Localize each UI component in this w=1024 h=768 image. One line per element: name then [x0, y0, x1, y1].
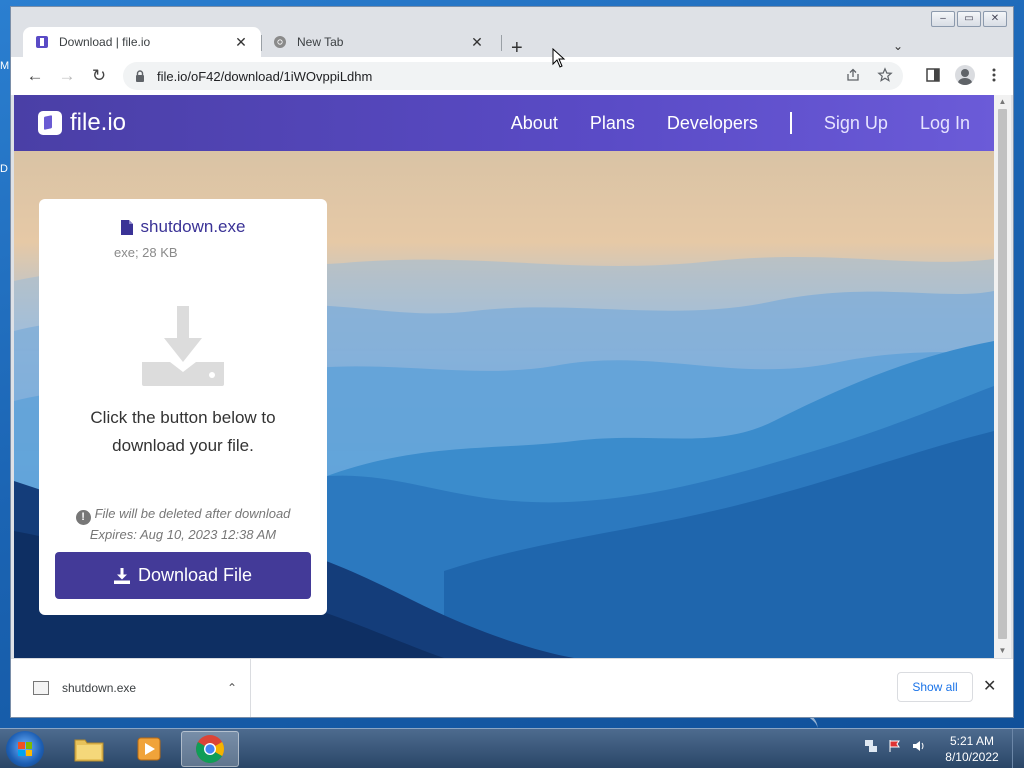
side-panel-icon[interactable] [925, 67, 941, 83]
show-desktop-button[interactable] [1012, 729, 1024, 768]
expiry-notice: ! File will be deleted after download Exp… [39, 504, 327, 545]
tab-new-tab[interactable]: New Tab ✕ [261, 27, 497, 57]
url-text[interactable]: file.io/oF42/download/1iWOvppiLdhm [157, 69, 372, 84]
nav-signup-link[interactable]: Sign Up [824, 113, 888, 134]
download-tray-icon [142, 306, 224, 386]
tab-download-fileio[interactable]: Download | file.io ✕ [23, 27, 261, 57]
volume-icon[interactable] [912, 739, 926, 753]
reload-button[interactable]: ↻ [83, 66, 115, 86]
tab-close-icon[interactable]: ✕ [469, 34, 485, 51]
taskbar-explorer[interactable] [60, 731, 118, 767]
toolbar-right [925, 65, 999, 85]
show-all-button[interactable]: Show all [897, 672, 973, 702]
warning-icon: ! [75, 510, 91, 525]
tab-close-icon[interactable]: ✕ [233, 34, 249, 51]
nav-plans-link[interactable]: Plans [590, 113, 635, 134]
download-item-name: shutdown.exe [62, 681, 137, 695]
nav-divider [789, 112, 792, 134]
fileio-logo[interactable]: file.io [38, 109, 126, 137]
file-icon [120, 219, 133, 235]
nav-about-link[interactable]: About [511, 113, 558, 134]
browser-window: – ▭ ✕ Download | file.io ✕ New Tab ✕ + ⌄… [10, 6, 1014, 718]
chevron-up-icon[interactable]: ⌃ [214, 681, 250, 695]
page-viewport: file.io About Plans Developers Sign Up L… [14, 95, 994, 658]
windows-taskbar: 5:21 AM 8/10/2022 [0, 728, 1024, 768]
download-button-label: Download File [137, 565, 253, 585]
media-player-icon [137, 737, 161, 761]
desktop-icon-label[interactable]: M [0, 60, 9, 72]
site-header: file.io About Plans Developers Sign Up L… [14, 95, 994, 151]
clock-date: 8/10/2022 [945, 750, 999, 764]
download-item[interactable]: shutdown.exe ⌃ [11, 659, 251, 717]
scroll-down-icon[interactable]: ▼ [994, 646, 1011, 655]
forward-button[interactable]: → [51, 66, 83, 86]
system-tray [864, 739, 926, 753]
clock-time: 5:21 AM [949, 734, 995, 748]
chrome-favicon-icon [274, 36, 286, 48]
page-scrollbar[interactable]: ▲ ▼ [994, 95, 1011, 658]
file-meta: exe; 28 KB [114, 245, 178, 260]
share-icon[interactable] [845, 67, 861, 83]
delete-notice-text: File will be deleted after download [94, 506, 291, 521]
action-center-flag-icon[interactable] [888, 739, 902, 753]
start-button[interactable] [6, 731, 44, 767]
windows-logo-icon [18, 742, 32, 756]
kebab-menu-icon[interactable] [989, 67, 999, 83]
back-button[interactable]: ← [19, 66, 51, 86]
download-card: shutdown.exe exe; 28 KB Click the button… [39, 199, 327, 615]
profile-avatar-icon[interactable] [955, 65, 975, 85]
address-bar[interactable]: file.io/oF42/download/1iWOvppiLdhm [123, 62, 903, 90]
logo-text: file.io [70, 109, 127, 136]
download-icon [113, 567, 130, 584]
browser-toolbar: ← → ↻ file.io/oF42/download/1iWOvppiLdhm [11, 57, 1013, 95]
folder-icon [74, 739, 104, 762]
taskbar-clock[interactable]: 5:21 AM 8/10/2022 [940, 733, 1004, 765]
fileio-favicon-icon [36, 36, 48, 48]
exe-file-icon [33, 681, 49, 695]
scroll-up-icon[interactable]: ▲ [994, 97, 1011, 106]
tab-separator [501, 35, 502, 51]
bookmark-star-icon[interactable] [877, 67, 893, 83]
scroll-thumb[interactable] [998, 109, 1007, 639]
desktop-icon-label[interactable]: D [0, 163, 8, 175]
download-file-button[interactable]: Download File [55, 552, 311, 599]
close-download-shelf-icon[interactable]: ✕ [983, 676, 996, 696]
tab-strip: Download | file.io ✕ New Tab ✕ + ⌄ [11, 21, 1013, 59]
lock-icon[interactable] [133, 69, 147, 83]
taskbar-chrome[interactable] [181, 731, 239, 767]
network-icon[interactable] [864, 739, 878, 753]
file-name: shutdown.exe [140, 217, 246, 236]
tab-title: New Tab [297, 35, 344, 49]
tab-title: Download | file.io [59, 35, 151, 49]
taskbar-media-player[interactable] [120, 731, 178, 767]
download-shelf: shutdown.exe ⌃ Show all ✕ [11, 658, 1013, 717]
nav-login-link[interactable]: Log In [920, 113, 970, 134]
omnibox-actions [845, 67, 893, 83]
fileio-logo-icon [38, 111, 62, 135]
site-nav: About Plans Developers Sign Up Log In [511, 95, 970, 151]
download-instruction: Click the button below to download your … [90, 408, 276, 455]
file-title: shutdown.exe [39, 217, 327, 237]
mouse-cursor-icon [552, 48, 566, 68]
tab-search-chevron-icon[interactable]: ⌄ [893, 39, 903, 53]
nav-developers-link[interactable]: Developers [667, 113, 758, 134]
chrome-icon [196, 735, 224, 763]
expiry-text: Expires: Aug 10, 2023 12:38 AM [89, 527, 277, 542]
